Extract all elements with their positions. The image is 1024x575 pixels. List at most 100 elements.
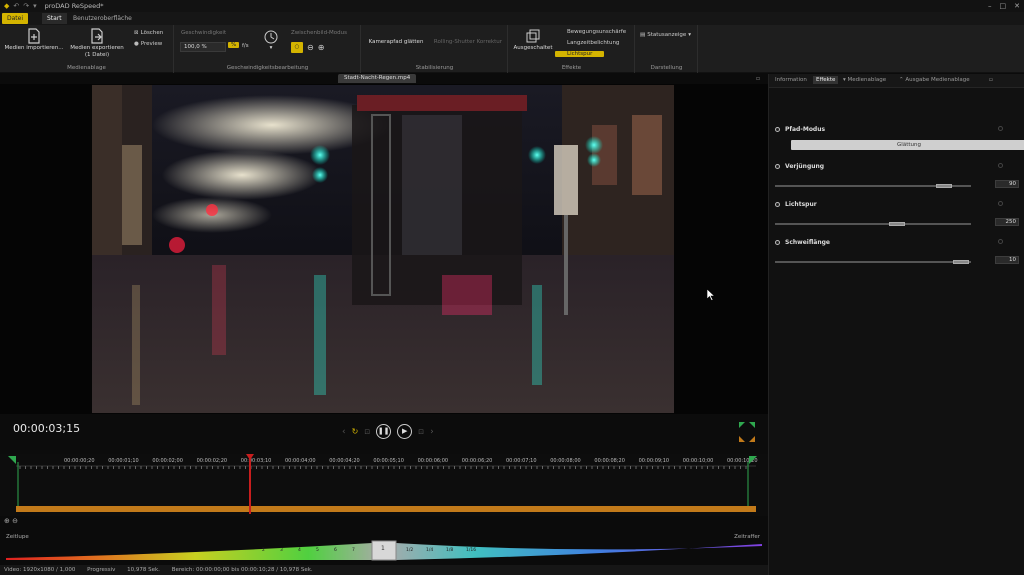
group-geschwindigkeit: Geschwindigkeit 100,0 % % f/s ▾ Zwischen…: [175, 25, 361, 73]
statusanzeige-button[interactable]: ▤ Statusanzeige ▾: [640, 32, 691, 38]
pfad-modus-text: Pfad-Modus: [785, 126, 826, 133]
percent-button[interactable]: %: [228, 42, 240, 48]
group-darstellung-label: Darstellung: [650, 65, 683, 71]
zoom-in-icon[interactable]: ⊕: [4, 517, 10, 525]
pfad-modus-radio[interactable]: [775, 127, 780, 132]
panel-dock-icon[interactable]: ▫: [756, 75, 760, 82]
schweiflaenge-label: Schweiflänge: [775, 239, 830, 246]
zoom-out-icon[interactable]: ⊖: [12, 517, 18, 525]
speed-input[interactable]: 100,0 %: [180, 42, 226, 52]
schweiflaenge-radio[interactable]: [775, 240, 780, 245]
group-effekte-label: Effekte: [561, 65, 582, 71]
playhead[interactable]: [246, 454, 255, 514]
speed-center-value[interactable]: 1: [381, 545, 385, 552]
step-back-icon[interactable]: ‹: [342, 427, 346, 437]
fps-button[interactable]: f/s: [242, 43, 249, 49]
rolling-shutter-button[interactable]: Rolling-Shutter Korrektur: [430, 39, 506, 46]
speed-dial-button[interactable]: ▾: [261, 30, 281, 52]
playhead-handle-icon[interactable]: [246, 454, 255, 460]
langzeit-button[interactable]: Langzeitbelichtung: [567, 40, 619, 46]
lichtspur-slider[interactable]: [775, 223, 971, 225]
speed-curve[interactable]: Zeitlupe Zeitraffer 1 234567 1/2 1/4 1/8 1/…: [0, 530, 768, 564]
close-button[interactable]: ✕: [1014, 0, 1020, 12]
video-frame-image: [92, 85, 674, 413]
tab-ausgabe-label: Ausgabe Medienablage: [905, 77, 970, 83]
pfad-modus-reset[interactable]: [998, 126, 1003, 131]
speed-cell[interactable]: 2: [262, 548, 265, 553]
marker-arrows-icon[interactable]: [737, 420, 757, 444]
status-range: Bereich: 00:00:00;00 bis 00:00:10;28 / 1…: [171, 567, 313, 573]
effects-off-button[interactable]: Ausgeschaltet: [511, 28, 555, 52]
layers-icon: [526, 29, 540, 43]
maximize-button[interactable]: □: [1000, 0, 1007, 12]
panel-dock-icon[interactable]: ▫: [989, 77, 993, 83]
tab-benutzeroberflaeche[interactable]: Benutzeroberfläche: [68, 13, 137, 24]
pause-button[interactable]: ❚❚: [376, 424, 392, 439]
schweiflaenge-slider-thumb[interactable]: [953, 260, 970, 264]
schweiflaenge-value[interactable]: 10: [995, 256, 1019, 264]
title-bar: ◆ ↶ ↷ ▾ proDAD ReSpeed* – □ ✕: [0, 0, 1024, 12]
mark-icon[interactable]: ⊡: [364, 428, 370, 436]
verjuengung-label: Verjüngung: [775, 163, 824, 170]
param-lichtspur: Lichtspur 250: [775, 201, 1019, 231]
bewegung-button[interactable]: Bewegungsunschärfe: [567, 29, 626, 35]
stop-icon[interactable]: ⊡: [418, 428, 424, 436]
delete-button[interactable]: ⊠ Löschen: [134, 30, 163, 36]
export-media-button[interactable]: Medien exportieren (1 Datei): [66, 28, 128, 59]
speed-cell[interactable]: 1/16: [466, 548, 476, 553]
transport-bar: 00:00:03;15 ‹ ↻ ⊡ ❚❚ ▶ ⊡ ›: [0, 414, 768, 454]
mode-minus-icon[interactable]: ⊖: [307, 43, 314, 52]
verjuengung-value[interactable]: 90: [995, 180, 1019, 188]
dial-dropdown-icon: ▾: [269, 45, 273, 51]
redo-icon[interactable]: ↷: [23, 2, 29, 10]
tab-medienablage[interactable]: ▾ Medienablage: [843, 77, 886, 83]
import-media-button[interactable]: Medien importieren...: [2, 28, 66, 52]
speed-title: Geschwindigkeit: [181, 30, 227, 36]
speed-cell[interactable]: 5: [316, 548, 319, 553]
rolling-shutter-label: Rolling-Shutter Korrektur: [433, 39, 503, 45]
ribbon-tabs: Datei Start Benutzeroberfläche: [0, 12, 1024, 25]
step-forward-icon[interactable]: ›: [430, 427, 434, 437]
zwischenbild-options: ○ ⊖ ⊕: [291, 42, 324, 53]
verjuengung-slider-thumb[interactable]: [935, 184, 952, 188]
play-button[interactable]: ▶: [397, 424, 413, 439]
group-stabilisierung-label: Stabilisierung: [415, 65, 454, 71]
schweiflaenge-slider[interactable]: [775, 261, 971, 263]
panel-tabs: Information Effekte ▾ Medienablage ⌃ Aus…: [769, 74, 1024, 88]
lichtspur-radio[interactable]: [775, 202, 780, 207]
tab-ausgabe-medienablage[interactable]: ⌃ Ausgabe Medienablage: [899, 77, 970, 83]
timeline[interactable]: 00:00:00;20 00:00:01;10 00:00:02;00 00:00:0…: [0, 454, 768, 516]
clip-track[interactable]: [16, 506, 756, 512]
mode-blend-button[interactable]: ○: [291, 42, 303, 53]
kamerapfad-button[interactable]: Kamerapfad glätten: [364, 39, 428, 46]
speed-cell[interactable]: 7: [352, 548, 355, 553]
status-video: Video: 1920x1080 / 1,000: [4, 567, 76, 573]
preview-button[interactable]: ● Preview: [134, 41, 162, 47]
loop-icon[interactable]: ↻: [352, 427, 359, 436]
speed-cell[interactable]: 3: [280, 548, 283, 553]
lichtspur-value[interactable]: 250: [995, 218, 1019, 226]
speed-cell[interactable]: 1/8: [446, 548, 453, 553]
lichtspur-button[interactable]: Lichtspur: [555, 51, 605, 57]
lichtspur-reset[interactable]: [998, 201, 1003, 206]
mode-plus-icon[interactable]: ⊕: [318, 43, 325, 52]
video-preview[interactable]: [92, 85, 674, 413]
undo-icon[interactable]: ↶: [13, 2, 19, 10]
speed-cell[interactable]: 1/2: [406, 548, 413, 553]
tab-effekte[interactable]: Effekte: [813, 76, 839, 84]
pfad-modus-dropdown[interactable]: Glättung: [791, 140, 1024, 150]
verjuengung-reset[interactable]: [998, 163, 1003, 168]
tab-datei[interactable]: Datei: [2, 13, 29, 24]
minimize-button[interactable]: –: [988, 0, 992, 12]
speed-cell[interactable]: 1/4: [426, 548, 433, 553]
verjuengung-radio[interactable]: [775, 164, 780, 169]
media-file-tab[interactable]: Stadt-Nacht-Regen.mp4: [338, 74, 417, 83]
tab-information[interactable]: Information: [775, 77, 807, 83]
param-schweiflaenge: Schweiflänge 10: [775, 239, 1019, 269]
quick-menu-icon[interactable]: ▾: [33, 2, 37, 10]
schweiflaenge-reset[interactable]: [998, 239, 1003, 244]
tab-start[interactable]: Start: [42, 13, 67, 24]
speed-cell[interactable]: 4: [298, 548, 301, 553]
lichtspur-slider-thumb[interactable]: [888, 222, 905, 226]
speed-cell[interactable]: 6: [334, 548, 337, 553]
